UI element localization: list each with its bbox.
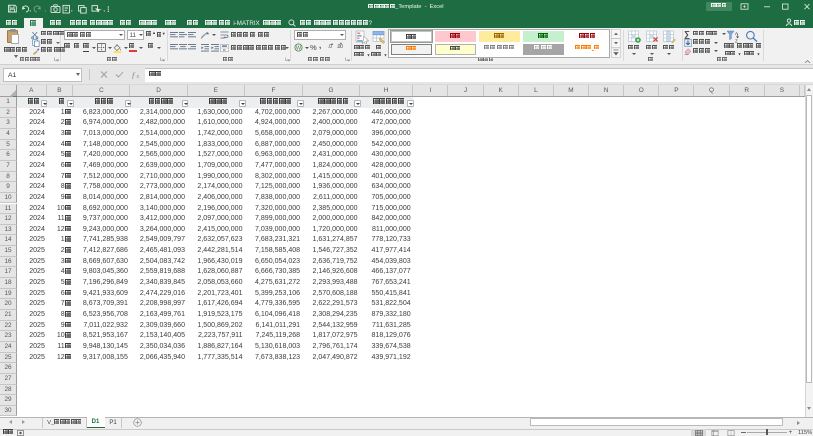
- svg-text:x: x: [136, 74, 140, 79]
- svg-text:W: W: [296, 45, 302, 51]
- svg-text:f: f: [132, 70, 136, 79]
- svg-text:Z: Z: [735, 38, 738, 43]
